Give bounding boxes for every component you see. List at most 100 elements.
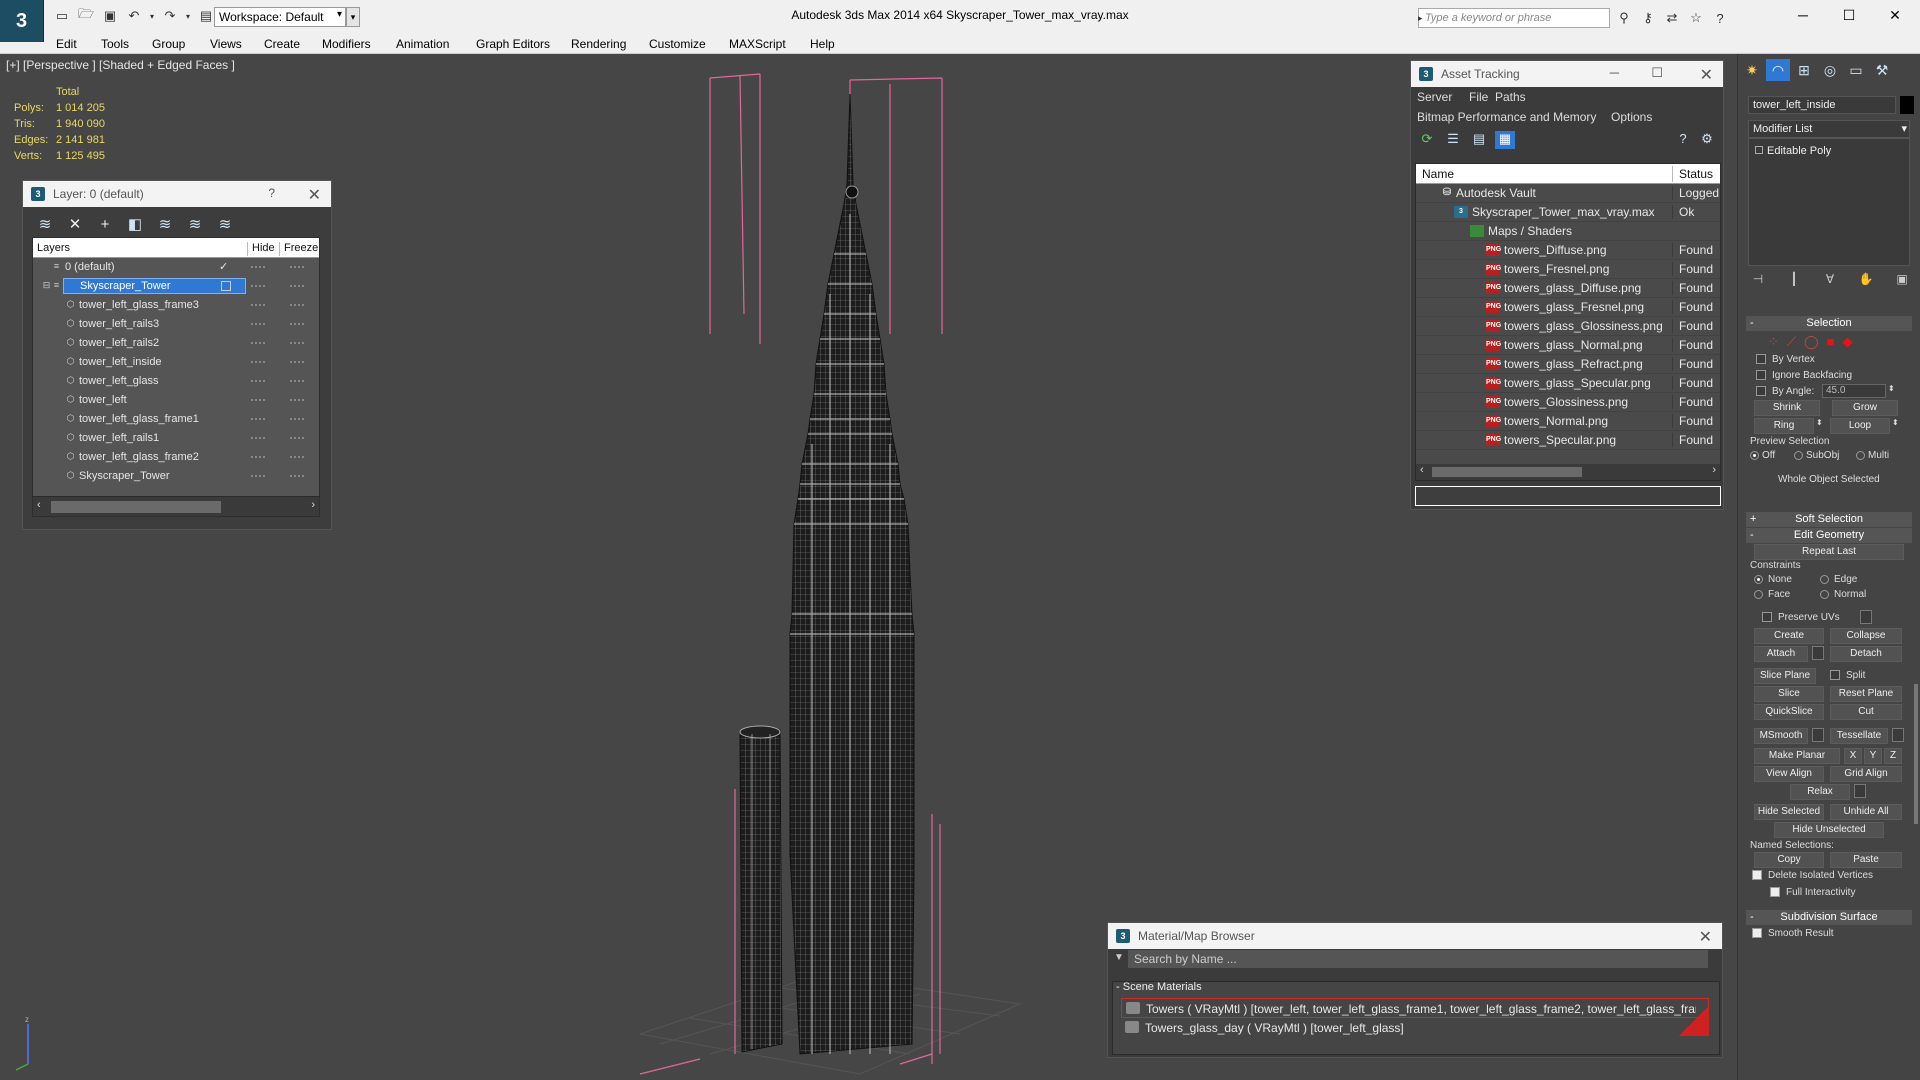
constraint-edge-radio[interactable]	[1820, 575, 1829, 584]
quickslice-button[interactable]: QuickSlice	[1754, 704, 1824, 720]
workspace-dropdown[interactable]: Workspace: Default ▾	[214, 7, 346, 27]
menu-maxscript[interactable]: MAXScript	[729, 37, 786, 51]
detach-button[interactable]: Detach	[1830, 646, 1902, 662]
maximize-icon[interactable]: ☐	[1826, 4, 1872, 26]
planar-y-button[interactable]: Y	[1864, 748, 1882, 764]
menu-graph-editors[interactable]: Graph Editors	[476, 37, 550, 51]
preserve-uvs-settings-button[interactable]	[1860, 610, 1872, 624]
search-input[interactable]: Type a keyword or phrase	[1418, 8, 1610, 28]
hide-toggle[interactable]	[251, 323, 265, 325]
reset-plane-button[interactable]: Reset Plane	[1830, 686, 1902, 702]
column-layers[interactable]: Layers	[37, 242, 70, 254]
filter-icon[interactable]: ▼	[1114, 952, 1124, 963]
freeze-toggle[interactable]	[290, 361, 304, 363]
hide-toggle[interactable]	[251, 475, 265, 477]
motion-tab-icon[interactable]: ◎	[1818, 59, 1842, 81]
add-layer-icon[interactable]: +	[93, 213, 117, 235]
menu-views[interactable]: Views	[210, 37, 242, 51]
cut-button[interactable]: Cut	[1830, 704, 1902, 720]
settings-icon[interactable]: ⚙	[1697, 131, 1717, 149]
column-status[interactable]: Status	[1672, 166, 1713, 182]
horizontal-scrollbar[interactable]: ‹ ›	[33, 496, 319, 516]
minimize-icon[interactable]: ─	[1780, 4, 1826, 26]
by-angle-checkbox[interactable]	[1756, 386, 1766, 396]
save-icon[interactable]: ▣	[100, 7, 120, 25]
exchange-icon[interactable]: ⇄	[1662, 8, 1682, 28]
asset-row[interactable]: PNG towers_Normal.png Found	[1416, 412, 1720, 431]
object-name-field[interactable]: tower_left_inside	[1748, 96, 1896, 114]
hide-all-layers-icon[interactable]: ≋	[183, 213, 207, 235]
scrollbar-thumb[interactable]	[51, 501, 221, 513]
asset-row[interactable]: PNG towers_glass_Diffuse.png Found	[1416, 279, 1720, 298]
constraint-normal-radio[interactable]	[1820, 590, 1829, 599]
show-end-result-icon[interactable]: ┃	[1784, 272, 1804, 290]
menu-modifiers[interactable]: Modifiers	[322, 37, 371, 51]
table-view-icon[interactable]: ▤	[1469, 131, 1489, 149]
soft-selection-rollout-header[interactable]: + Soft Selection	[1746, 512, 1912, 527]
current-layer-check-icon[interactable]: ✓	[219, 260, 228, 273]
layer-object-row[interactable]: ⬡ tower_left_glass_frame2	[33, 448, 319, 467]
constraint-none-radio[interactable]	[1754, 575, 1763, 584]
hide-toggle[interactable]	[251, 266, 265, 268]
hide-toggle[interactable]	[251, 285, 265, 287]
configure-sets-icon[interactable]: ▣	[1892, 272, 1912, 290]
preview-multi-radio[interactable]	[1856, 451, 1865, 460]
by-vertex-checkbox[interactable]	[1756, 354, 1766, 364]
asset-row[interactable]: PNG towers_Fresnel.png Found	[1416, 260, 1720, 279]
layer-object-row[interactable]: ⬡ tower_left_rails3	[33, 315, 319, 334]
asset-row[interactable]: PNG towers_glass_Fresnel.png Found	[1416, 298, 1720, 317]
border-mode-icon[interactable]: ◯	[1804, 334, 1819, 350]
asset-row[interactable]: PNG towers_glass_Normal.png Found	[1416, 336, 1720, 355]
paste-button[interactable]: Paste	[1830, 852, 1902, 868]
collapse-button[interactable]: Collapse	[1830, 628, 1902, 644]
menu-server[interactable]: Server	[1417, 90, 1452, 104]
maximize-icon[interactable]: ☐	[1651, 65, 1663, 81]
horizontal-scrollbar[interactable]: ‹ ›	[1416, 464, 1720, 480]
command-panel-scrollbar[interactable]	[1914, 684, 1918, 824]
view-align-button[interactable]: View Align	[1754, 766, 1824, 782]
preview-off-radio[interactable]	[1750, 451, 1759, 460]
refresh-icon[interactable]: ⟳	[1417, 131, 1437, 149]
undo-icon[interactable]: ↶	[124, 7, 144, 25]
close-icon[interactable]: ✕	[1700, 65, 1713, 85]
full-interactivity-checkbox[interactable]	[1770, 887, 1780, 897]
create-tab-icon[interactable]: ✷	[1740, 59, 1764, 81]
layer-object-row[interactable]: ⬡ tower_left_rails1	[33, 429, 319, 448]
asset-row[interactable]: Maps / Shaders	[1416, 222, 1720, 241]
object-color-swatch[interactable]	[1900, 96, 1914, 114]
freeze-toggle[interactable]	[290, 437, 304, 439]
msmooth-settings-button[interactable]	[1812, 728, 1824, 742]
shrink-button[interactable]: Shrink	[1754, 400, 1820, 416]
menu-group[interactable]: Group	[152, 37, 185, 51]
hierarchy-tab-icon[interactable]: ⊞	[1792, 59, 1816, 81]
undo-dropdown-icon[interactable]: ▾	[148, 7, 156, 25]
workspace-menu-button[interactable]: ▾	[346, 7, 360, 27]
menu-options[interactable]: Options	[1611, 110, 1652, 124]
element-mode-icon[interactable]: ◆	[1842, 334, 1852, 350]
scrollbar-thumb[interactable]	[1432, 467, 1582, 477]
asset-row[interactable]: 3 Skyscraper_Tower_max_vray.max Ok	[1416, 203, 1720, 222]
menu-paths[interactable]: Paths	[1495, 90, 1526, 104]
project-folder-icon[interactable]: ▤	[196, 7, 216, 25]
freeze-toggle[interactable]	[290, 380, 304, 382]
highlight-layer-icon[interactable]: ≋	[153, 213, 177, 235]
menu-bitmap-performance[interactable]: Bitmap Performance and Memory	[1417, 110, 1596, 124]
hide-toggle[interactable]	[251, 380, 265, 382]
attach-button[interactable]: Attach	[1754, 646, 1808, 662]
modify-tab-icon[interactable]: ◠	[1766, 59, 1790, 81]
binoculars-icon[interactable]: ⚲	[1614, 8, 1634, 28]
repeat-last-button[interactable]: Repeat Last	[1754, 544, 1904, 560]
edit-geometry-rollout-header[interactable]: - Edit Geometry	[1746, 528, 1912, 543]
layer-stack-icon[interactable]: ≋	[33, 213, 57, 235]
msmooth-button[interactable]: MSmooth	[1754, 728, 1808, 744]
menu-customize[interactable]: Customize	[649, 37, 706, 51]
grow-button[interactable]: Grow	[1832, 400, 1898, 416]
hide-selected-button[interactable]: Hide Selected	[1754, 804, 1824, 820]
layer-object-row[interactable]: ⬡ tower_left_glass_frame3	[33, 296, 319, 315]
hide-toggle[interactable]	[251, 304, 265, 306]
asset-tracking-titlebar[interactable]: 3 Asset Tracking ─ ☐ ✕	[1411, 61, 1723, 87]
scroll-right-icon[interactable]: ›	[311, 499, 315, 511]
open-file-icon[interactable]: 🗁	[76, 6, 96, 25]
search-expand-icon[interactable]: ▸	[1418, 8, 1428, 28]
copy-button[interactable]: Copy	[1754, 852, 1824, 868]
